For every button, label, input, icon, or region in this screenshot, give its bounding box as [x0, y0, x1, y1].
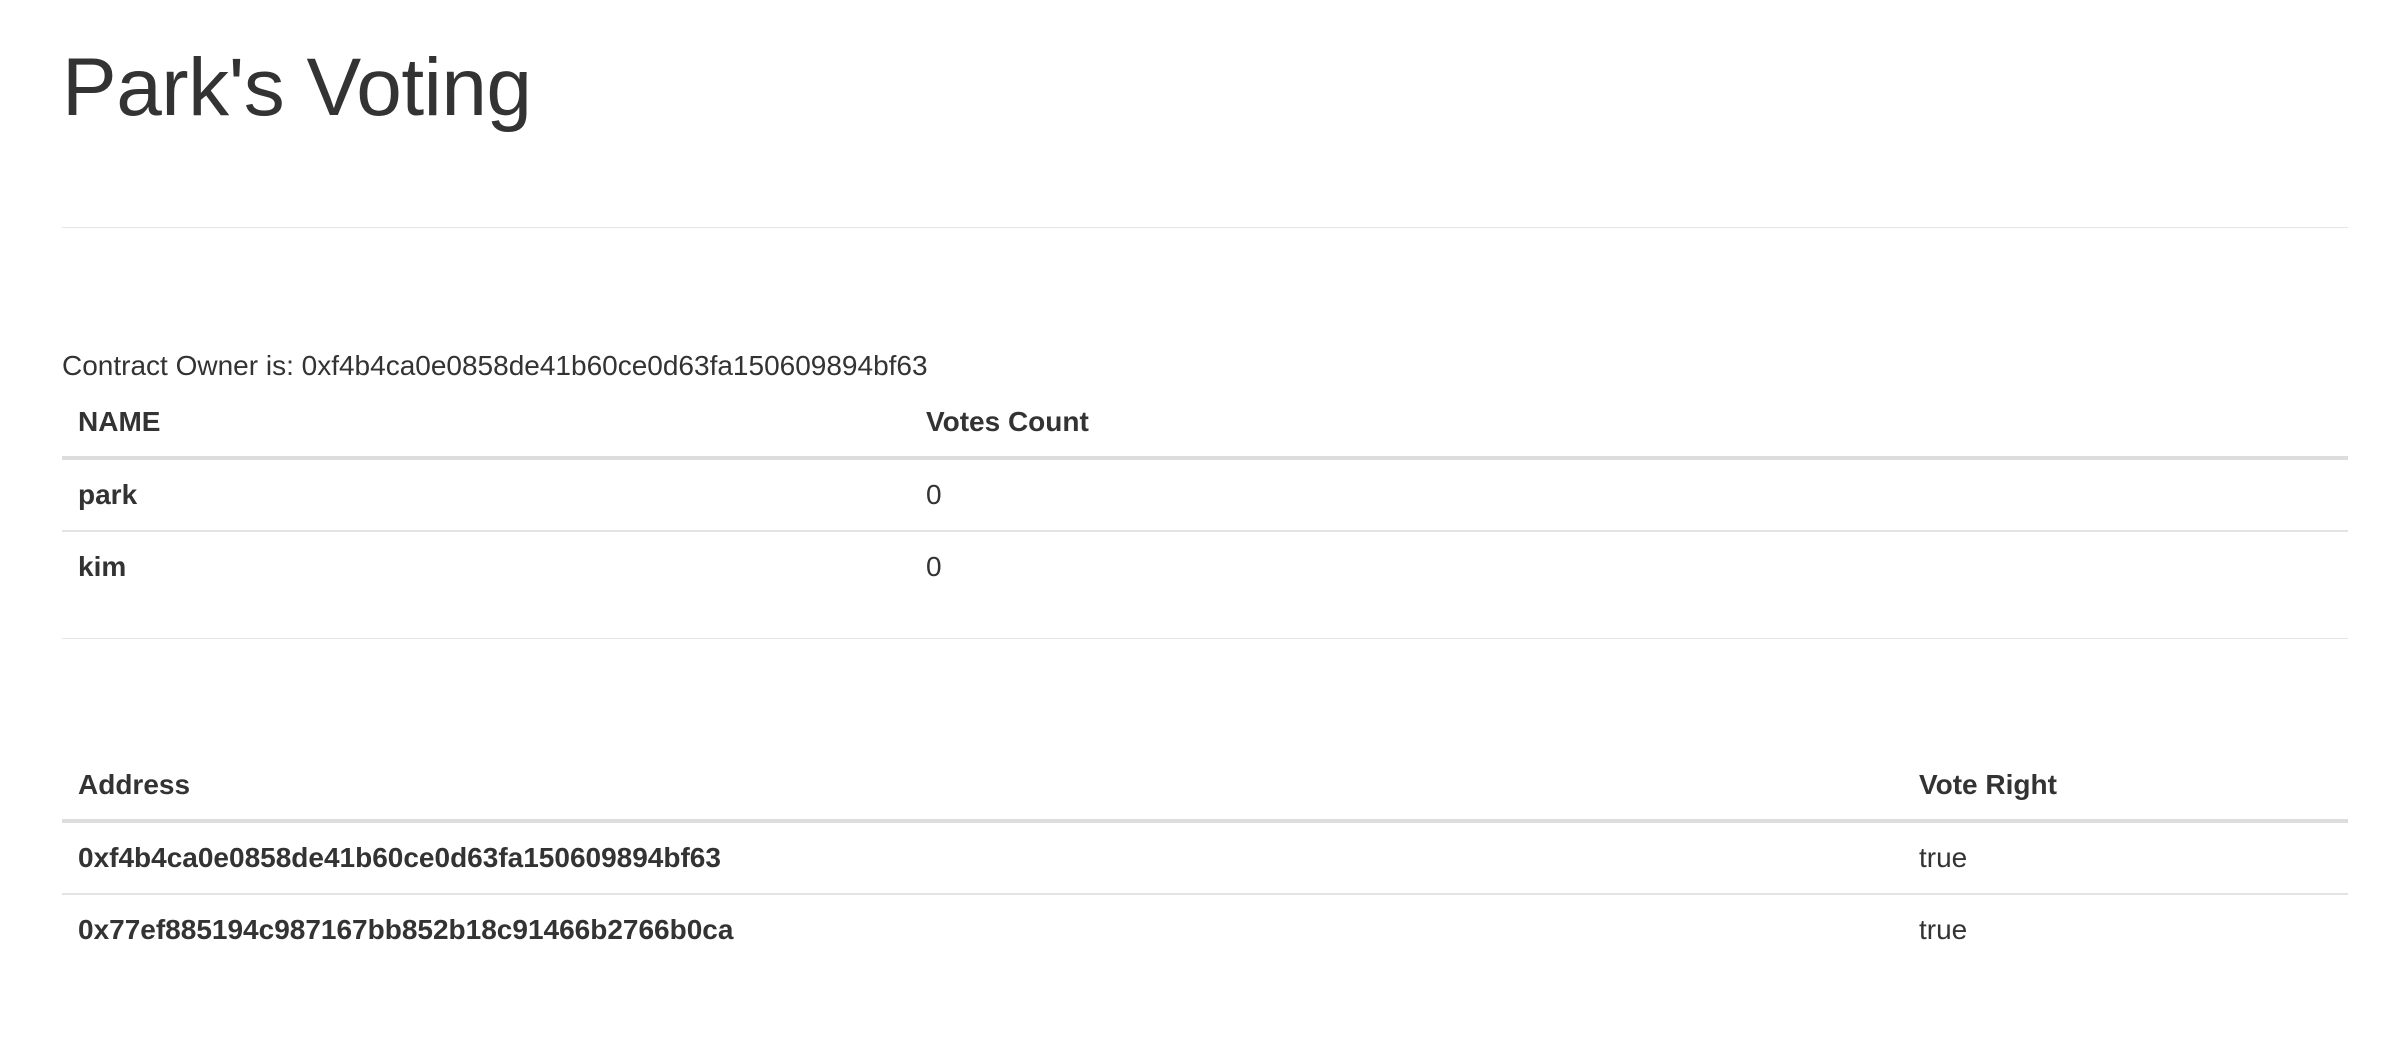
voters-table: Address Vote Right 0xf4b4ca0e0858de41b60… — [62, 751, 2348, 965]
divider-top — [62, 227, 2348, 228]
candidate-name: kim — [78, 551, 127, 582]
page-container: Park's Voting Contract Owner is: 0xf4b4c… — [62, 0, 2348, 965]
contract-owner-text: Contract Owner is: 0xf4b4ca0e0858de41b60… — [62, 350, 928, 381]
voters-header-row: Address Vote Right — [62, 751, 2348, 823]
voter-vote-right: true — [1919, 914, 1968, 945]
voter-vote-right: true — [1903, 821, 2348, 895]
voter-address: 0xf4b4ca0e0858de41b60ce0d63fa150609894bf… — [62, 821, 1903, 895]
voter-address: 0x77ef885194c987167bb852b18c91466b2766b0… — [78, 914, 734, 945]
candidates-table: NAME Votes Count park 0 kim 0 — [62, 388, 2348, 602]
column-header-address: Address — [62, 751, 1903, 823]
candidate-votes: 0 — [926, 551, 942, 582]
divider-middle — [62, 638, 2348, 639]
table-row: park 0 — [62, 458, 2348, 532]
candidate-name: park — [62, 458, 910, 532]
candidate-votes: 0 — [910, 458, 2348, 532]
page-title: Park's Voting — [62, 42, 532, 133]
column-header-name: NAME — [62, 388, 910, 460]
candidates-header-row: NAME Votes Count — [62, 388, 2348, 460]
column-header-vote-right: Vote Right — [1903, 751, 2348, 823]
table-row: 0x77ef885194c987167bb852b18c91466b2766b0… — [62, 894, 2348, 965]
table-row: 0xf4b4ca0e0858de41b60ce0d63fa150609894bf… — [62, 821, 2348, 895]
column-header-votes-count: Votes Count — [910, 388, 2348, 460]
table-row: kim 0 — [62, 531, 2348, 602]
